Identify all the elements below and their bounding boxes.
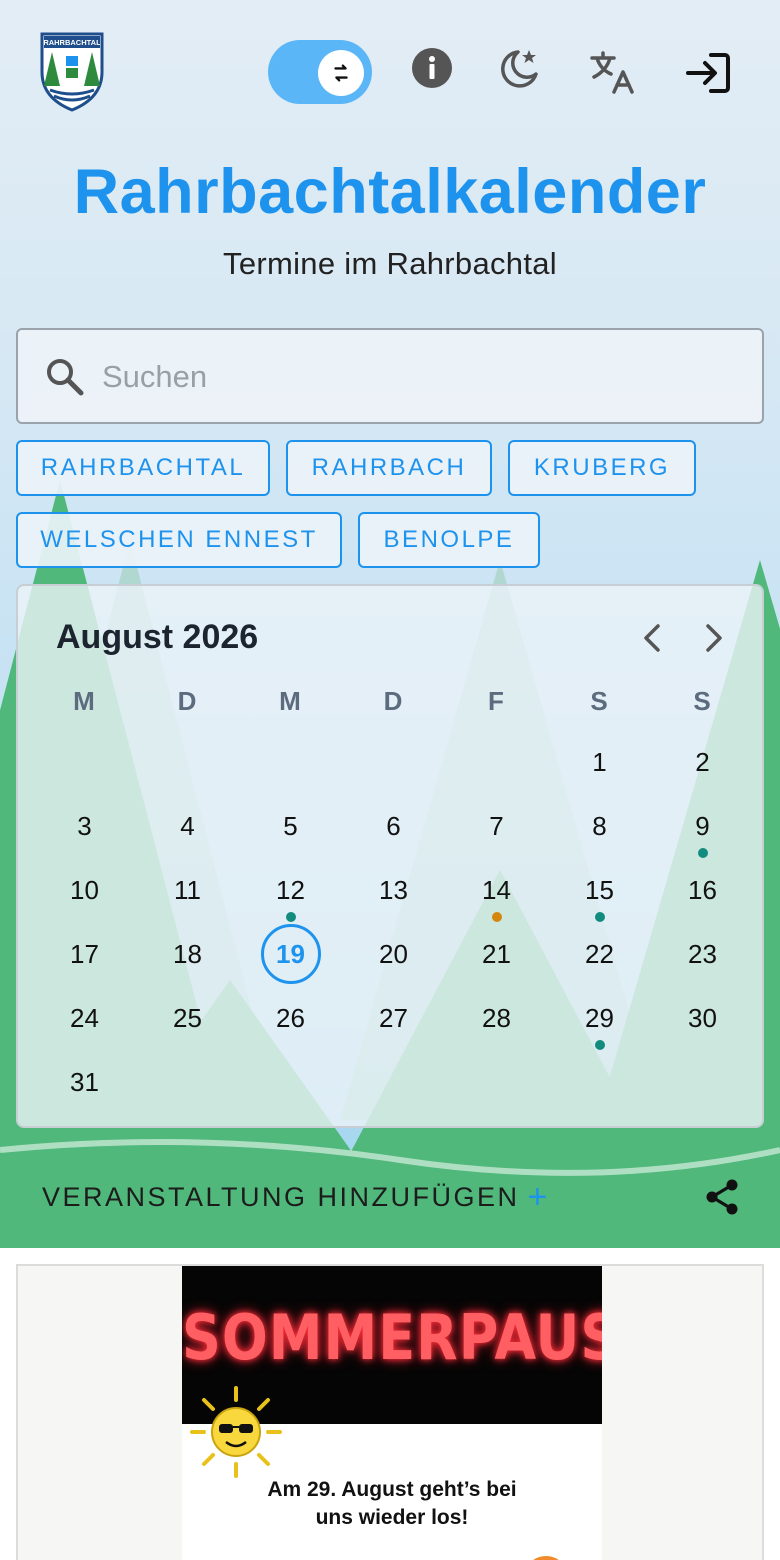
- poster-message-line2: uns wieder los!: [315, 1506, 469, 1529]
- calendar-day[interactable]: 12: [261, 860, 321, 920]
- weekday-label: D: [383, 686, 403, 716]
- dark-mode-button[interactable]: [496, 46, 542, 92]
- filter-chip-rahrbachtal[interactable]: RAHRBACHTAL: [16, 440, 270, 496]
- coat-of-arms-logo: RAHRBACHTAL: [40, 32, 104, 112]
- filter-chip-benolpe[interactable]: BENOLPE: [358, 512, 540, 568]
- calendar-day[interactable]: 2: [673, 732, 733, 792]
- sun-icon: [190, 1386, 282, 1478]
- filter-chip-rahrbach[interactable]: RAHRBACH: [286, 440, 492, 496]
- event-indicator-dot: [594, 1040, 605, 1050]
- calendar-day[interactable]: 29: [570, 988, 630, 1048]
- view-toggle[interactable]: [268, 40, 372, 104]
- event-card[interactable]: SOMMERPAUSE Am 29. August geht’s bei uns…: [16, 1264, 764, 1560]
- event-poster: SOMMERPAUSE Am 29. August geht’s bei uns…: [182, 1266, 602, 1560]
- event-indicator-dot: [594, 912, 605, 922]
- logo[interactable]: RAHRBACHTAL: [40, 32, 104, 112]
- calendar-day[interactable]: 18: [158, 924, 218, 984]
- calendar-day[interactable]: 1: [570, 732, 630, 792]
- calendar-day[interactable]: 22: [570, 924, 630, 984]
- swap-icon: [334, 64, 348, 82]
- calendar-day[interactable]: 7: [467, 796, 527, 856]
- calendar-day[interactable]: 17: [55, 924, 115, 984]
- calendar-day[interactable]: 27: [364, 988, 424, 1048]
- calendar-day[interactable]: 31: [55, 1052, 115, 1112]
- dark-mode-icon: [501, 50, 538, 88]
- calendar-day[interactable]: 14: [467, 860, 527, 920]
- search-input[interactable]: [102, 350, 742, 404]
- top-bar: RAHRBACHTAL: [0, 0, 780, 130]
- calendar-day[interactable]: 11: [158, 860, 218, 920]
- calendar-day[interactable]: 16: [673, 860, 733, 920]
- share-icon[interactable]: [704, 1178, 740, 1216]
- weekday-label: F: [488, 686, 504, 716]
- calendar-month-label: August 2026: [56, 618, 259, 656]
- calendar-day[interactable]: 13: [364, 860, 424, 920]
- toggle-knob: [318, 50, 364, 96]
- calendar-day[interactable]: 9: [673, 796, 733, 856]
- calendar-day[interactable]: 8: [570, 796, 630, 856]
- calendar-day[interactable]: 21: [467, 924, 527, 984]
- login-button[interactable]: [684, 50, 732, 96]
- add-event-label: VERANSTALTUNG HINZUFÜGEN: [42, 1182, 520, 1212]
- weekday-label: M: [279, 686, 301, 716]
- page-subtitle: Termine im Rahrbachtal: [223, 246, 557, 281]
- previous-month-icon[interactable]: [632, 618, 672, 658]
- poster-message-line1: Am 29. August geht’s bei: [267, 1478, 517, 1501]
- calendar-day[interactable]: 26: [261, 988, 321, 1048]
- next-month-icon[interactable]: [694, 618, 734, 658]
- calendar-day[interactable]: 28: [467, 988, 527, 1048]
- ball-icon: [533, 1556, 559, 1560]
- calendar-day[interactable]: 24: [55, 988, 115, 1048]
- calendar-day-today[interactable]: 19: [260, 924, 321, 984]
- info-button[interactable]: [410, 46, 454, 90]
- calendar-day[interactable]: 3: [55, 796, 115, 856]
- svg-text:RAHRBACHTAL: RAHRBACHTAL: [43, 38, 101, 47]
- event-indicator-dot: [491, 912, 502, 922]
- calendar: August 2026 M D M D F S S 1 2 3 4 5 6 7 8 9 10 11 12 13 14 15…: [16, 584, 764, 1128]
- weekday-label: S: [693, 686, 711, 716]
- calendar-day[interactable]: 15: [570, 860, 630, 920]
- filter-chip-kruberg[interactable]: KRUBERG: [508, 440, 696, 496]
- add-event-button[interactable]: VERANSTALTUNG HINZUFÜGEN +: [42, 1178, 550, 1217]
- search-box[interactable]: [16, 328, 764, 424]
- translate-icon: [590, 51, 634, 94]
- event-indicator-dot: [697, 848, 708, 858]
- weekday-label: D: [177, 686, 197, 716]
- poster-message: Am 29. August geht’s bei uns wieder los!: [182, 1476, 602, 1532]
- weekday-label: S: [590, 686, 608, 716]
- calendar-day[interactable]: 23: [673, 924, 733, 984]
- language-button[interactable]: [588, 48, 636, 96]
- calendar-day[interactable]: 25: [158, 988, 218, 1048]
- calendar-day[interactable]: 30: [673, 988, 733, 1048]
- calendar-day[interactable]: 6: [364, 796, 424, 856]
- calendar-day[interactable]: 4: [158, 796, 218, 856]
- info-icon: [412, 48, 452, 88]
- search-icon: [47, 359, 84, 396]
- event-indicator-dot: [285, 912, 296, 922]
- calendar-day[interactable]: 5: [261, 796, 321, 856]
- filter-chip-welschen-ennest[interactable]: WELSCHEN ENNEST: [16, 512, 342, 568]
- plus-icon: +: [527, 1178, 550, 1216]
- calendar-day[interactable]: 20: [364, 924, 424, 984]
- login-icon: [686, 53, 730, 93]
- weekday-label: M: [73, 686, 95, 716]
- poster-headline: SOMMERPAUSE: [182, 1301, 602, 1374]
- page-title: Rahrbachtalkalender: [73, 157, 707, 227]
- calendar-day[interactable]: 10: [55, 860, 115, 920]
